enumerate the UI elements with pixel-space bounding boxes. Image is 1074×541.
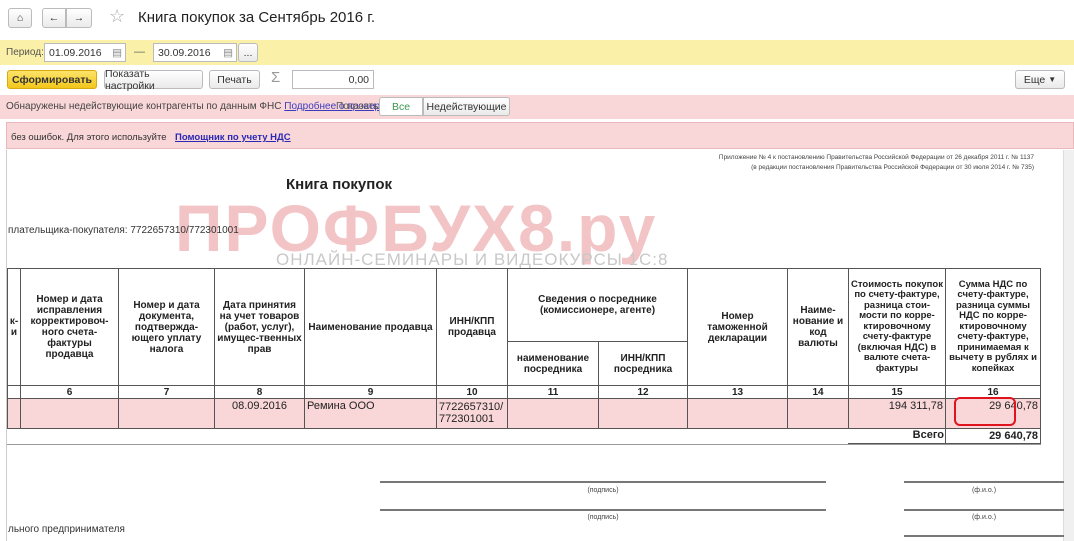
back-button[interactable]: ← — [42, 8, 66, 28]
fio-line — [904, 481, 1064, 483]
period-from-input[interactable]: 01.09.2016 ▤ — [44, 43, 126, 62]
col13-header: Номер таможенной декларации — [687, 268, 788, 386]
signature-line — [380, 481, 826, 483]
arrow-right-icon: → — [73, 12, 85, 24]
total-value: 29 640,78 — [945, 428, 1041, 444]
page-title: Книга покупок за Сентябрь 2016 г. — [138, 9, 376, 26]
col15-header: Стоимость покупок по счету-фактуре, разн… — [848, 268, 946, 386]
period-from-value: 01.09.2016 — [49, 46, 102, 59]
col16-header: Сумма НДС по счету-фактуре, разница сумм… — [945, 268, 1041, 386]
report-title: Книга покупок — [286, 176, 392, 193]
home-icon: ⌂ — [16, 12, 24, 24]
column-number: 13 — [687, 385, 788, 399]
signature-label: (подпись) — [587, 514, 619, 521]
buyer-inn: плательщика-покупателя: 7722657310/77230… — [8, 225, 239, 236]
show-label: Показать: — [336, 101, 382, 112]
home-button[interactable]: ⌂ — [8, 8, 32, 28]
sum-field: 0,00 — [292, 70, 374, 89]
show-settings-button[interactable]: Показать настройки — [104, 68, 203, 92]
generate-button[interactable]: Сформировать — [7, 70, 97, 89]
col9-header: Наименование продавца — [304, 268, 437, 386]
column-number — [7, 385, 21, 399]
filter-inactive-tab[interactable]: Недействующие — [423, 97, 510, 116]
column-number: 12 — [598, 385, 688, 399]
appendix-note: Приложение № 4 к постановлению Правитель… — [718, 154, 1034, 171]
col14-header: Наиме-нование и код валюты — [787, 268, 849, 386]
scrollbar[interactable] — [1063, 150, 1074, 541]
table-cell — [118, 398, 215, 429]
watermark-subtitle: ОНЛАЙН-СЕМИНАРЫ И ВИДЕОКУРСЫ 1С:8 — [276, 250, 669, 269]
more-label: Еще — [1023, 73, 1046, 86]
table-cell — [687, 398, 788, 429]
fio-line — [904, 509, 1064, 511]
table-cell — [507, 398, 599, 429]
column-number: 15 — [848, 385, 946, 399]
table-cell — [598, 398, 688, 429]
row-date: 08.09.2016 — [214, 398, 305, 429]
more-button[interactable]: Еще ▼ — [1015, 70, 1065, 89]
column-number: 8 — [214, 385, 305, 399]
total-label: Всего — [848, 428, 946, 444]
col12-header: ИНН/КПП посредника — [598, 341, 688, 386]
period-to-input[interactable]: 30.09.2016 ▤ — [153, 43, 237, 62]
period-select-button[interactable]: ... — [238, 43, 258, 62]
warning-text: Обнаружены недействующие контрагенты по … — [6, 101, 391, 112]
signature-label: (подпись) — [587, 487, 619, 494]
highlight-box — [954, 397, 1016, 426]
arrow-left-icon: ← — [48, 12, 60, 24]
row-seller-inn: 7722657310/ 772301001 — [436, 398, 508, 429]
chevron-down-icon: ▼ — [1048, 75, 1057, 84]
period-to-value: 30.09.2016 — [158, 46, 211, 59]
col11-header: наименование посредника — [507, 341, 599, 386]
period-label: Период: — [6, 47, 44, 58]
signature-line — [380, 509, 826, 511]
sum-icon: Σ — [271, 69, 281, 86]
table-cell — [7, 398, 21, 429]
table-cell — [20, 398, 119, 429]
print-button[interactable]: Печать — [209, 70, 260, 89]
filter-all-tab[interactable]: Все — [379, 97, 423, 116]
forward-button[interactable]: → — [66, 8, 92, 28]
column-number: 14 — [787, 385, 849, 399]
entrepreneur-label: льного предпринимателя — [8, 524, 125, 535]
vat-assistant-link[interactable]: Помощник по учету НДС — [175, 132, 291, 143]
calendar-icon[interactable]: ▤ — [223, 47, 233, 59]
fio-line — [904, 535, 1064, 537]
col6-header: Номер и дата исправления корректировоч-н… — [20, 268, 119, 386]
info-text: без ошибок. Для этого используйте — [11, 132, 167, 143]
star-icon[interactable]: ☆ — [109, 6, 125, 27]
col10-header: ИНН/КПП продавца — [436, 268, 508, 386]
column-number: 7 — [118, 385, 215, 399]
column-number: 9 — [304, 385, 437, 399]
col7-header: Номер и дата документа, подтвержда-ющего… — [118, 268, 215, 386]
fio-label: (ф.и.о.) — [971, 487, 997, 494]
col8-header: Дата принятия на учет товаров (работ, ус… — [214, 268, 305, 386]
row-cost: 194 311,78 — [848, 398, 946, 429]
column-number: 11 — [507, 385, 599, 399]
row-seller: Ремина ООО — [304, 398, 437, 429]
table-bottom-line — [7, 444, 1041, 445]
column-number: 10 — [436, 385, 508, 399]
intermediary-header: Сведения о посреднике (комиссионере, аге… — [507, 268, 688, 342]
table-cell — [787, 398, 849, 429]
col5-header: к- и — [7, 268, 21, 386]
calendar-icon[interactable]: ▤ — [112, 47, 122, 59]
period-dash: — — [134, 46, 145, 58]
fio-label: (ф.и.о.) — [971, 514, 997, 521]
column-number: 6 — [20, 385, 119, 399]
